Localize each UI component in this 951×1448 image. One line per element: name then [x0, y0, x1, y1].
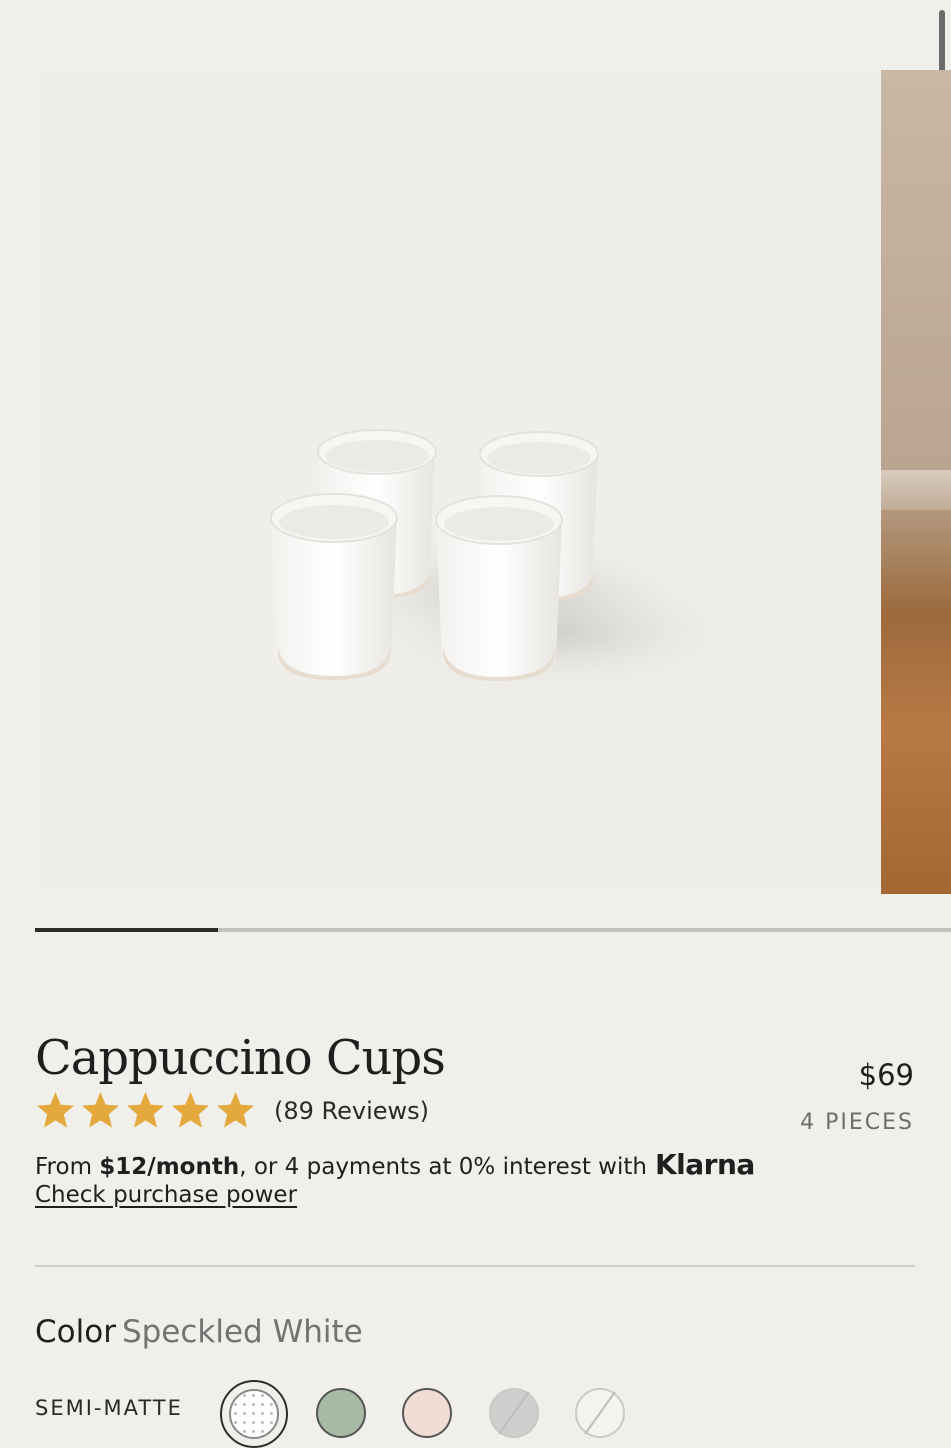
cup-front-right — [435, 495, 563, 681]
color-swatch-speckled-white[interactable] — [229, 1389, 279, 1439]
cup-front-left — [270, 493, 398, 680]
star-icon — [127, 1092, 164, 1128]
star-icon — [217, 1092, 254, 1128]
check-purchase-power-link[interactable]: Check purchase power — [35, 1182, 297, 1208]
section-divider — [35, 1265, 915, 1267]
selected-color-name: Speckled White — [121, 1314, 363, 1350]
star-icon — [172, 1092, 209, 1128]
unavailable-slash-icon — [584, 1391, 616, 1435]
color-label: Color — [35, 1314, 116, 1350]
photo-wall-trim — [881, 470, 951, 510]
color-swatch-grey[interactable] — [489, 1388, 539, 1438]
unavailable-slash-icon — [498, 1391, 530, 1435]
rating-stars — [35, 1090, 256, 1131]
cups-illustration — [270, 429, 755, 700]
financing-monthly: $12/month — [99, 1154, 240, 1180]
klarna-logo: Klarna — [654, 1148, 755, 1181]
product-pieces: 4 PIECES — [800, 1110, 914, 1135]
color-swatch-white[interactable] — [575, 1388, 625, 1438]
product-photo[interactable] — [35, 70, 881, 894]
color-swatch-blush[interactable] — [402, 1388, 452, 1438]
star-icon — [82, 1092, 119, 1128]
finish-label: SEMI-MATTE — [35, 1396, 183, 1420]
financing-middle: , or 4 payments at 0% interest with — [239, 1154, 647, 1180]
financing-prefix: From — [35, 1154, 100, 1180]
gallery-progress-bar — [35, 928, 951, 932]
product-rating[interactable]: (89 Reviews) — [35, 1090, 429, 1131]
next-product-photo[interactable] — [881, 70, 951, 894]
color-heading: Color Speckled White — [35, 1314, 363, 1350]
product-price: $69 — [858, 1058, 914, 1092]
product-image-gallery[interactable] — [35, 70, 951, 894]
financing-message: From $12/month, or 4 payments at 0% inte… — [35, 1148, 755, 1181]
color-swatch-sage[interactable] — [316, 1388, 366, 1438]
gallery-progress-fill — [35, 928, 219, 932]
review-count-link[interactable]: (89 Reviews) — [274, 1097, 429, 1125]
star-icon — [37, 1092, 74, 1128]
product-title: Cappuccino Cups — [35, 1030, 446, 1086]
